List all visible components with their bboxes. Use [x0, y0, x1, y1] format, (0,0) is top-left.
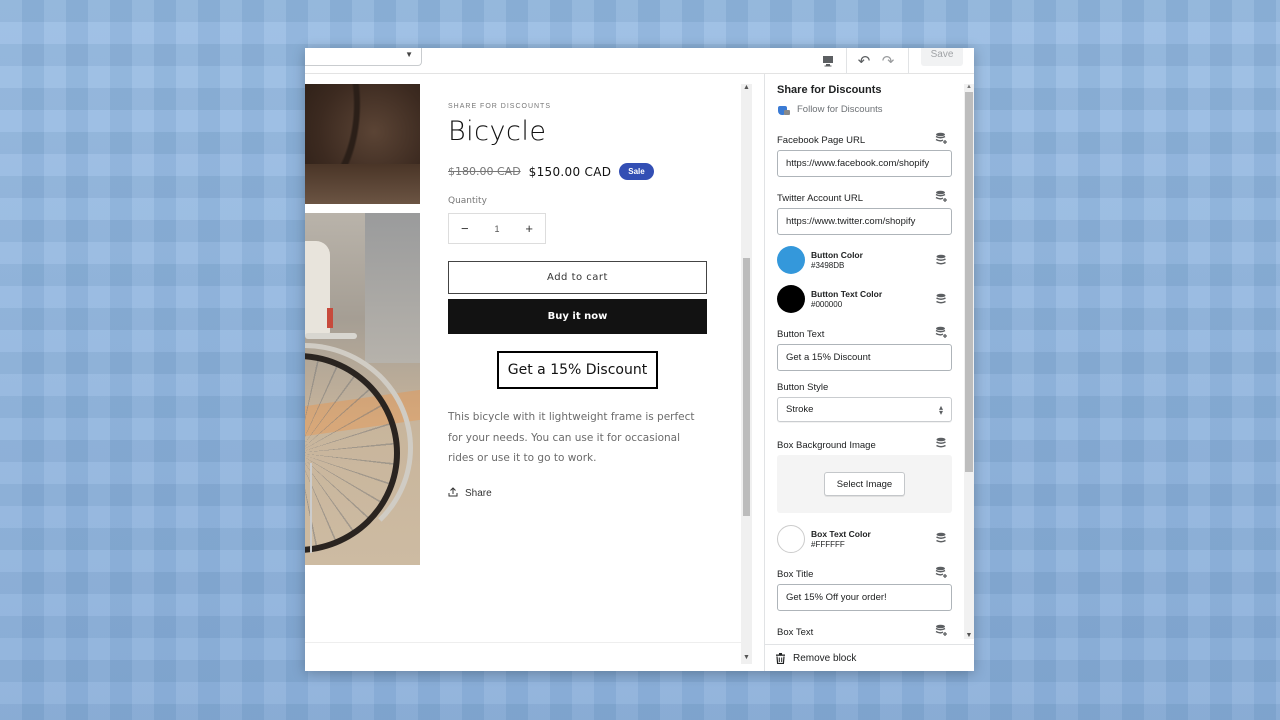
quantity-stepper: − 1 + — [448, 213, 546, 244]
desktop-icon[interactable] — [817, 48, 839, 74]
sale-price: $150.00 CAD — [528, 164, 612, 179]
share-label: Share — [465, 488, 492, 499]
topbar-divider — [846, 48, 847, 74]
quantity-label: Quantity — [448, 196, 487, 206]
undo-icon[interactable]: ↶ — [855, 48, 873, 74]
topbar-divider — [908, 48, 909, 74]
image-van-light — [327, 308, 333, 328]
chevron-down-icon: ▼ — [405, 50, 413, 59]
box-text-color-swatch[interactable] — [777, 525, 805, 553]
image-bike-stand — [310, 463, 312, 553]
button-color-picker[interactable]: Button Color #3498DB — [777, 246, 957, 276]
preview-frame: SHARE FOR DISCOUNTS Bicycle $180.00 CAD … — [305, 75, 741, 642]
box-text-color-label: Box Text Color — [811, 529, 871, 539]
sidebar-scrollbar-thumb[interactable] — [965, 92, 973, 472]
button-text-color-label: Button Text Color — [811, 289, 883, 299]
share-icon — [448, 487, 458, 500]
box-title-label: Box Title — [777, 569, 814, 580]
box-text-color-value: #FFFFFF — [811, 540, 845, 549]
button-text-input[interactable]: Get a 15% Discount — [777, 344, 952, 371]
sidebar-scroll-area: Share for Discounts Follow for Discounts… — [765, 74, 964, 640]
image-ground — [305, 164, 420, 204]
trash-icon — [775, 652, 786, 664]
template-select[interactable]: ▼ — [305, 48, 422, 66]
storefront-preview: SHARE FOR DISCOUNTS Bicycle $180.00 CAD … — [305, 75, 752, 665]
image-picker: Select Image — [777, 455, 952, 513]
dynamic-source-connected-icon[interactable] — [935, 293, 948, 306]
dynamic-source-connected-icon[interactable] — [935, 437, 948, 450]
button-color-value: #3498DB — [811, 261, 845, 270]
discount-button[interactable]: Get a 15% Discount — [497, 351, 658, 389]
quantity-input[interactable]: 1 — [494, 224, 499, 234]
scroll-up-arrow-icon[interactable]: ▲ — [741, 84, 752, 94]
remove-block-label: Remove block — [793, 652, 857, 664]
add-to-cart-button[interactable]: Add to cart — [448, 261, 707, 294]
select-image-button[interactable]: Select Image — [824, 472, 905, 496]
button-text-color-value: #000000 — [811, 300, 843, 309]
product-image-1[interactable] — [305, 84, 420, 204]
product-title: Bicycle — [448, 116, 547, 147]
button-text-color-swatch[interactable] — [777, 285, 805, 313]
share-button[interactable]: Share — [448, 487, 492, 500]
facebook-url-label: Facebook Page URL — [777, 135, 866, 146]
box-background-image-label: Box Background Image — [777, 440, 876, 451]
twitter-url-label: Twitter Account URL — [777, 193, 864, 204]
box-text-color-picker[interactable]: Box Text Color #FFFFFF — [777, 525, 957, 555]
connect-dynamic-source-icon[interactable] — [935, 132, 948, 145]
sale-badge: Sale — [619, 163, 654, 180]
quantity-increase-button[interactable]: + — [525, 221, 533, 236]
quantity-decrease-button[interactable]: − — [461, 221, 469, 236]
save-button[interactable]: Save — [921, 48, 963, 66]
connect-dynamic-source-icon[interactable] — [935, 624, 948, 637]
button-text-color-picker[interactable]: Button Text Color #000000 — [777, 285, 957, 315]
connect-dynamic-source-icon[interactable] — [935, 190, 948, 203]
product-description: This bicycle with it lightweight frame i… — [448, 411, 695, 464]
button-style-label: Button Style — [777, 382, 829, 393]
button-color-label: Button Color — [811, 250, 863, 260]
button-style-value: Stroke — [786, 404, 814, 415]
preview-scrollbar-thumb[interactable] — [743, 258, 750, 516]
image-wall — [365, 213, 420, 363]
box-text-label: Box Text — [777, 627, 814, 638]
compare-at-price: $180.00 CAD — [448, 165, 521, 178]
box-title-input[interactable]: Get 15% Off your order! — [777, 584, 952, 611]
preview-divider — [305, 642, 741, 643]
twitter-url-input[interactable]: https://www.twitter.com/shopify — [777, 208, 952, 235]
buy-now-button[interactable]: Buy it now — [448, 299, 707, 334]
app-name: Follow for Discounts — [797, 104, 883, 115]
product-vendor: SHARE FOR DISCOUNTS — [448, 103, 552, 110]
dynamic-source-connected-icon[interactable] — [935, 254, 948, 267]
editor-topbar: ▼ ↶ ↷ Save — [305, 48, 974, 74]
dynamic-source-connected-icon[interactable] — [935, 532, 948, 545]
facebook-url-input[interactable]: https://www.facebook.com/shopify — [777, 150, 952, 177]
scroll-down-arrow-icon[interactable]: ▼ — [964, 632, 974, 639]
select-arrows-icon: ▴ ▾ — [938, 402, 943, 417]
connect-dynamic-source-icon[interactable] — [935, 326, 948, 339]
app-icon — [777, 103, 791, 116]
sidebar-scrollbar[interactable]: ▲ ▼ — [964, 84, 974, 639]
price-row: $180.00 CAD $150.00 CAD Sale — [448, 163, 654, 180]
block-settings-sidebar: Share for Discounts Follow for Discounts… — [764, 74, 974, 671]
app-source: Follow for Discounts — [777, 103, 883, 116]
button-text-label: Button Text — [777, 329, 825, 340]
connect-dynamic-source-icon[interactable] — [935, 566, 948, 579]
product-image-2[interactable] — [305, 213, 420, 565]
block-title: Share for Discounts — [777, 84, 882, 96]
preview-scrollbar[interactable]: ▲ ▼ — [741, 84, 752, 664]
remove-block-button[interactable]: Remove block — [765, 644, 974, 671]
redo-icon[interactable]: ↷ — [879, 48, 897, 74]
scroll-up-arrow-icon[interactable]: ▲ — [964, 84, 974, 90]
theme-editor-window: ▼ ↶ ↷ Save SHARE FOR DISCOUNTS Bicycle $… — [305, 48, 974, 671]
button-style-select[interactable]: Stroke ▴ ▾ — [777, 397, 952, 422]
button-color-swatch[interactable] — [777, 246, 805, 274]
scroll-down-arrow-icon[interactable]: ▼ — [741, 654, 752, 664]
image-bike-rack — [305, 333, 357, 339]
